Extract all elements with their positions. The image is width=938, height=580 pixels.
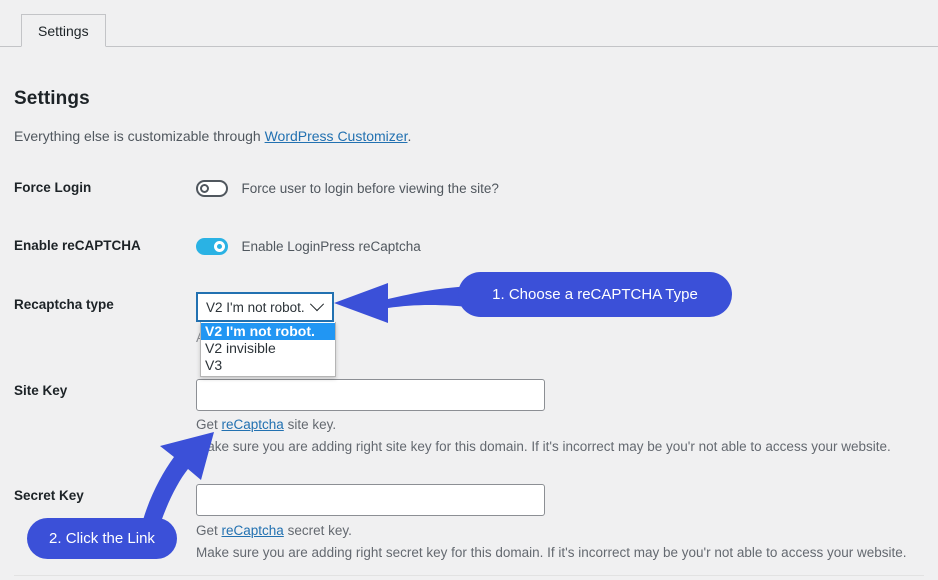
callout-2-label: 2. Click the Link	[49, 530, 155, 547]
tab-settings-label: Settings	[38, 22, 89, 39]
tab-settings[interactable]: Settings	[21, 14, 106, 47]
page-subtitle: Everything else is customizable through …	[14, 128, 411, 144]
toggle-knob	[200, 184, 209, 194]
recaptcha-type-select[interactable]: V2 I'm not robot.	[196, 292, 334, 322]
callout-1: 1. Choose a reCAPTCHA Type	[458, 272, 732, 317]
field-force-login: Force user to login before viewing the s…	[196, 180, 499, 198]
label-site-key: Site Key	[14, 383, 68, 398]
force-login-toggle[interactable]	[196, 180, 228, 198]
recaptcha-type-option-0[interactable]: V2 I'm not robot.	[201, 323, 335, 340]
page-subtitle-suffix: .	[407, 128, 412, 144]
callout-1-label: 1. Choose a reCAPTCHA Type	[492, 286, 698, 303]
recaptcha-type-option-1[interactable]: V2 invisible	[201, 340, 335, 357]
chevron-down-icon	[309, 297, 325, 312]
label-secret-key: Secret Key	[14, 488, 84, 503]
wordpress-customizer-link[interactable]: WordPress Customizer	[265, 128, 408, 144]
label-recaptcha-type: Recaptcha type	[14, 297, 114, 312]
tab-strip: Settings	[0, 0, 938, 47]
force-login-description: Force user to login before viewing the s…	[241, 181, 499, 197]
label-enable-recaptcha: Enable reCAPTCHA	[14, 238, 141, 253]
site-key-input[interactable]	[196, 379, 545, 411]
site-key-note: Make sure you are adding right site key …	[196, 439, 891, 454]
secret-key-note: Make sure you are adding right secret ke…	[196, 545, 907, 560]
secret-key-help-suffix: secret key.	[283, 523, 352, 538]
recaptcha-type-option-2[interactable]: V3	[201, 357, 335, 374]
tab-strip-rule	[0, 46, 938, 47]
label-force-login: Force Login	[14, 180, 92, 195]
field-site-key	[196, 379, 545, 411]
recaptcha-type-selected-value: V2 I'm not robot.	[206, 299, 305, 315]
toggle-knob	[214, 241, 225, 253]
enable-recaptcha-toggle[interactable]	[196, 238, 228, 256]
page-subtitle-text: Everything else is customizable through	[14, 128, 265, 144]
page-title: Settings	[14, 88, 90, 109]
bottom-divider	[14, 575, 924, 576]
enable-recaptcha-description: Enable LoginPress reCaptcha	[241, 239, 421, 255]
field-enable-recaptcha: Enable LoginPress reCaptcha	[196, 238, 421, 256]
recaptcha-type-option-list: V2 I'm not robot. V2 invisible V3	[200, 322, 336, 377]
site-key-help-suffix: site key.	[283, 417, 337, 432]
callout-2: 2. Click the Link	[27, 518, 177, 559]
